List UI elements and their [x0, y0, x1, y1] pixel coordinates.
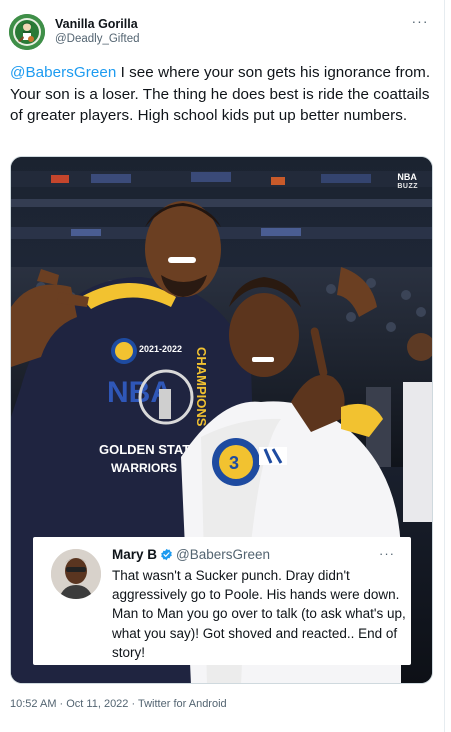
tweet-media-image[interactable]: 2021-2022 NBA GOLDEN STATE WARRIORS CHAM… [10, 156, 433, 684]
nba-buzz-watermark: NBA BUZZ [397, 173, 418, 191]
quoted-author-avatar[interactable] [51, 549, 101, 599]
tweet-timestamp-source[interactable]: 10:52 AM · Oct 11, 2022 · Twitter for An… [10, 697, 227, 711]
author-avatar[interactable] [9, 14, 45, 50]
quoted-tweet-card[interactable]: Mary B @BabersGreen ··· That wasn't a Suc… [33, 537, 411, 665]
shirt-season-text: 2021-2022 [139, 344, 182, 354]
shirt-warriors-text: WARRIORS [111, 461, 177, 475]
quoted-tweet-text: That wasn't a Sucker punch. Dray didn't … [112, 568, 406, 660]
shirt-champs-text: CHAMPIONS [194, 347, 209, 427]
jersey-number-text: 3 [229, 453, 239, 473]
verified-badge-icon [161, 548, 172, 561]
watermark-nba-text: NBA [397, 172, 417, 182]
watermark-buzz-text: BUZZ [397, 183, 418, 190]
quoted-handle[interactable]: @BabersGreen [176, 547, 270, 562]
tweet-card: Vanilla Gorilla @Deadly_Gifted ··· @Babe… [0, 0, 445, 732]
author-display-name[interactable]: Vanilla Gorilla [55, 16, 140, 32]
more-options-icon[interactable]: ··· [410, 14, 430, 32]
quoted-more-options-icon: ··· [379, 546, 395, 561]
tweet-text: @BabersGreen I see where your son gets h… [10, 62, 435, 127]
tweet-mention-link[interactable]: @BabersGreen [10, 64, 116, 81]
tweet-header: Vanilla Gorilla @Deadly_Gifted ··· [9, 12, 434, 52]
author-handle[interactable]: @Deadly_Gifted [55, 32, 140, 47]
author-names: Vanilla Gorilla @Deadly_Gifted [55, 16, 140, 47]
quoted-avatar-photo [51, 549, 101, 599]
quoted-display-name[interactable]: Mary B [112, 547, 157, 562]
celtics-logo-icon [9, 14, 45, 50]
quoted-tweet-header: Mary B @BabersGreen [112, 546, 270, 563]
